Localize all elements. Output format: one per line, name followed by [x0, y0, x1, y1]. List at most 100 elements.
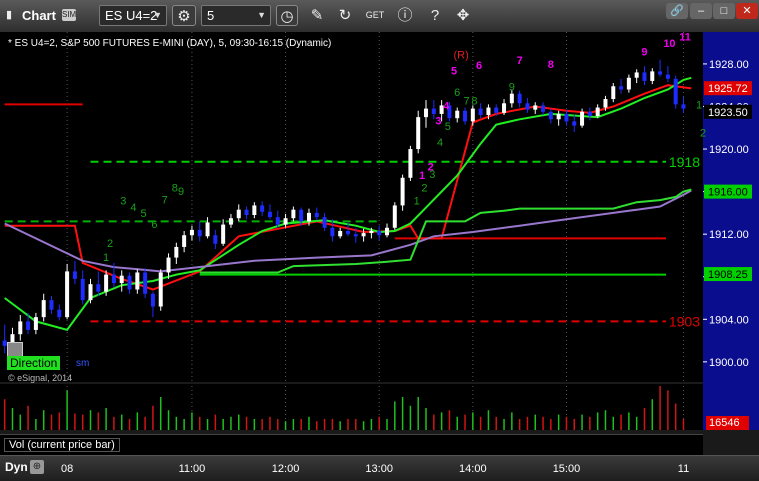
- price-tick-label: 1904.00: [709, 314, 749, 326]
- bottom-bar: Dyn ⊕ 08 11:00 12:00 13:00 14:00 15:00 11: [0, 455, 759, 481]
- candle-body: [595, 107, 600, 117]
- candle-body: [322, 217, 327, 228]
- candle-body: [634, 72, 639, 78]
- candle-body: [361, 233, 366, 237]
- candle-body: [174, 246, 179, 258]
- candle-body: [377, 230, 382, 236]
- candle-body: [486, 107, 491, 115]
- count-annotation: (R): [453, 50, 468, 62]
- volume-label: Vol (current price bar): [4, 438, 120, 452]
- candle-body: [306, 212, 311, 222]
- candle-body: [267, 211, 272, 218]
- candle-body: [135, 272, 140, 290]
- candle-body: [580, 111, 585, 126]
- candle-body: [587, 111, 592, 117]
- count-annotation: 2: [421, 183, 427, 195]
- count-annotation: 8: [471, 95, 477, 107]
- count-annotation: 5: [451, 66, 457, 78]
- candle-body: [221, 224, 226, 244]
- count-annotation: 2: [428, 161, 434, 173]
- count-annotation: 7: [517, 55, 523, 67]
- direction-suffix: sm: [76, 358, 90, 369]
- candle-body: [252, 205, 257, 216]
- candle-body: [182, 235, 187, 247]
- candle-body: [275, 217, 280, 225]
- count-annotation: 2: [107, 238, 113, 250]
- candle-body: [57, 309, 62, 318]
- price-label-text: 1908.25: [708, 269, 748, 281]
- count-annotation: 10: [663, 38, 675, 50]
- candle-body: [18, 321, 23, 335]
- candle-body: [416, 117, 421, 150]
- hline-label: 1903: [669, 313, 700, 329]
- candle-body: [80, 278, 85, 301]
- candle-body: [33, 317, 38, 330]
- time-tick-label: 15:00: [553, 463, 581, 475]
- candle-body: [96, 284, 101, 292]
- candle-body: [213, 235, 218, 244]
- count-annotation: 7: [464, 95, 470, 107]
- price-label-text: 1925.72: [708, 83, 748, 95]
- candle-body: [494, 107, 499, 113]
- time-axis[interactable]: 08 11:00 12:00 13:00 14:00 15:00 11: [0, 456, 703, 481]
- count-annotation: 4: [443, 101, 450, 113]
- count-annotation: 5: [445, 121, 451, 133]
- candle-body: [299, 209, 304, 222]
- price-tick-label: 1928.00: [709, 59, 749, 71]
- candle-body: [104, 274, 109, 292]
- candle-body: [525, 103, 530, 110]
- count-annotation: 1: [103, 252, 109, 264]
- candle-body: [72, 271, 77, 279]
- candle-body: [665, 74, 670, 79]
- candle-body: [330, 227, 335, 237]
- candle-body: [119, 275, 124, 284]
- candle-body: [673, 78, 678, 105]
- candle-body: [619, 86, 624, 90]
- chart-window: ▮ Chart SIM ES U4=2 ▼ ⚙ 5 ▼ ◷ ✎ ↻ GET ⓘ …: [0, 0, 759, 481]
- price-label-text: 1916.00: [708, 187, 748, 199]
- candle-body: [244, 209, 249, 216]
- candle-body: [463, 110, 468, 122]
- count-annotation: 11: [679, 32, 691, 44]
- time-tick-label: 11: [678, 463, 689, 475]
- count-annotation: 2: [700, 127, 706, 139]
- candle-body: [353, 234, 358, 237]
- candle-body: [564, 113, 569, 122]
- candle-body: [189, 229, 194, 236]
- candle-body: [400, 177, 405, 206]
- candle-body: [509, 93, 514, 104]
- count-annotation: 9: [641, 46, 647, 58]
- count-annotation: 8: [172, 183, 178, 195]
- candle-body: [166, 257, 171, 273]
- price-tick-label: 1920.00: [709, 144, 749, 156]
- candle-body: [642, 72, 647, 81]
- count-annotation: 6: [476, 60, 482, 72]
- candle-body: [478, 108, 483, 115]
- candle-body: [197, 229, 202, 237]
- candle-body: [681, 104, 686, 109]
- time-tick-label: 14:00: [459, 463, 487, 475]
- candle-body: [626, 77, 631, 90]
- count-annotation: 7: [162, 194, 168, 206]
- count-annotation: 1: [696, 100, 702, 112]
- price-chart: 19181903 12345678 91234567 891212345 6 7 8910…: [0, 32, 752, 430]
- candle-body: [150, 293, 155, 307]
- time-tick-label: 08: [61, 463, 73, 475]
- candle-body: [603, 99, 608, 108]
- candle-body: [143, 272, 148, 294]
- candle-body: [548, 111, 553, 120]
- price-label-text: 1923.50: [708, 107, 748, 119]
- candle-body: [314, 212, 319, 218]
- candle-body: [65, 271, 70, 318]
- candle-body: [158, 272, 163, 307]
- candle-body: [424, 108, 429, 118]
- time-tick-label: 11:00: [179, 463, 206, 475]
- volume-label-bar: Vol (current price bar): [0, 434, 703, 455]
- time-tick-label: 12:00: [272, 463, 300, 475]
- candle-body: [541, 105, 546, 112]
- candle-body: [572, 121, 577, 126]
- count-annotation: 4: [437, 137, 443, 149]
- candle-body: [49, 300, 54, 310]
- candle-body: [533, 105, 538, 110]
- count-annotation: 1: [419, 170, 425, 182]
